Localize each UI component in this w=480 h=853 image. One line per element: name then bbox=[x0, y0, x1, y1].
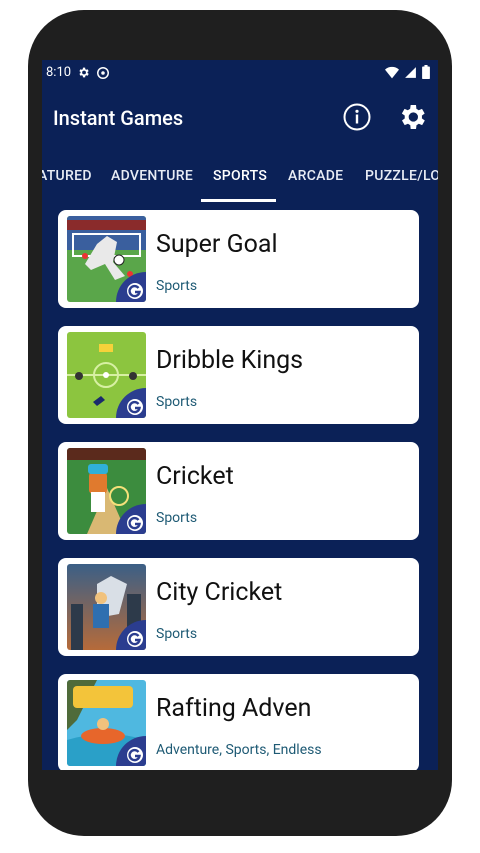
battery-icon bbox=[422, 65, 430, 79]
game-card-city-cricket[interactable]: City Cricket Sports bbox=[58, 558, 419, 656]
game-card-dribble-kings[interactable]: Dribble Kings Sports bbox=[58, 326, 419, 424]
game-title: Rafting Adven bbox=[156, 694, 312, 723]
g-badge-icon bbox=[116, 504, 146, 534]
app-bar: Instant Games bbox=[42, 86, 438, 152]
game-category: Adventure, Sports, Endless bbox=[156, 742, 322, 758]
tab-arcade[interactable]: ARCADE bbox=[288, 168, 343, 184]
game-category: Sports bbox=[156, 394, 198, 410]
status-time: 8:10 bbox=[46, 65, 72, 80]
game-title: Cricket bbox=[156, 462, 234, 491]
info-icon bbox=[343, 103, 371, 131]
category-tabs: ATURED ADVENTURE SPORTS ARCADE PUZZLE/LO bbox=[42, 152, 438, 202]
sync-notification-icon bbox=[97, 66, 110, 79]
tab-featured[interactable]: ATURED bbox=[42, 168, 92, 184]
game-card-cricket[interactable]: Cricket Sports bbox=[58, 442, 419, 540]
game-category: Sports bbox=[156, 278, 198, 294]
gear-icon bbox=[401, 105, 425, 129]
status-bar: 8:10 bbox=[42, 60, 438, 86]
game-card-super-goal[interactable]: Super Goal Sports bbox=[58, 210, 419, 308]
game-thumbnail bbox=[67, 448, 146, 534]
game-category: Sports bbox=[156, 510, 198, 526]
game-card-rafting-adventure[interactable]: Rafting Adven Adventure, Sports, Endless bbox=[58, 674, 419, 770]
game-title: City Cricket bbox=[156, 578, 283, 607]
signal-icon bbox=[405, 66, 416, 78]
g-badge-icon bbox=[116, 736, 146, 766]
settings-notification-icon bbox=[79, 67, 89, 78]
g-badge-icon bbox=[116, 388, 146, 418]
wifi-icon bbox=[385, 66, 399, 78]
game-title: Dribble Kings bbox=[156, 346, 304, 375]
game-thumbnail bbox=[67, 680, 146, 766]
g-badge-icon bbox=[116, 620, 146, 650]
tab-sports[interactable]: SPORTS bbox=[213, 168, 267, 184]
game-thumbnail bbox=[67, 332, 146, 418]
g-badge-icon bbox=[116, 272, 146, 302]
settings-button[interactable] bbox=[396, 101, 428, 133]
game-title: Super Goal bbox=[156, 230, 278, 259]
active-tab-indicator bbox=[201, 199, 276, 202]
app-title: Instant Games bbox=[53, 106, 184, 130]
info-button[interactable] bbox=[342, 102, 372, 132]
tab-adventure[interactable]: ADVENTURE bbox=[111, 168, 193, 184]
game-category: Sports bbox=[156, 626, 198, 642]
tab-puzzle[interactable]: PUZZLE/LO bbox=[365, 168, 438, 184]
game-thumbnail bbox=[67, 564, 146, 650]
app-screen: 8:10 Instant Games ATURED ADVENTURE SPOR… bbox=[42, 60, 438, 770]
game-thumbnail bbox=[67, 216, 146, 302]
